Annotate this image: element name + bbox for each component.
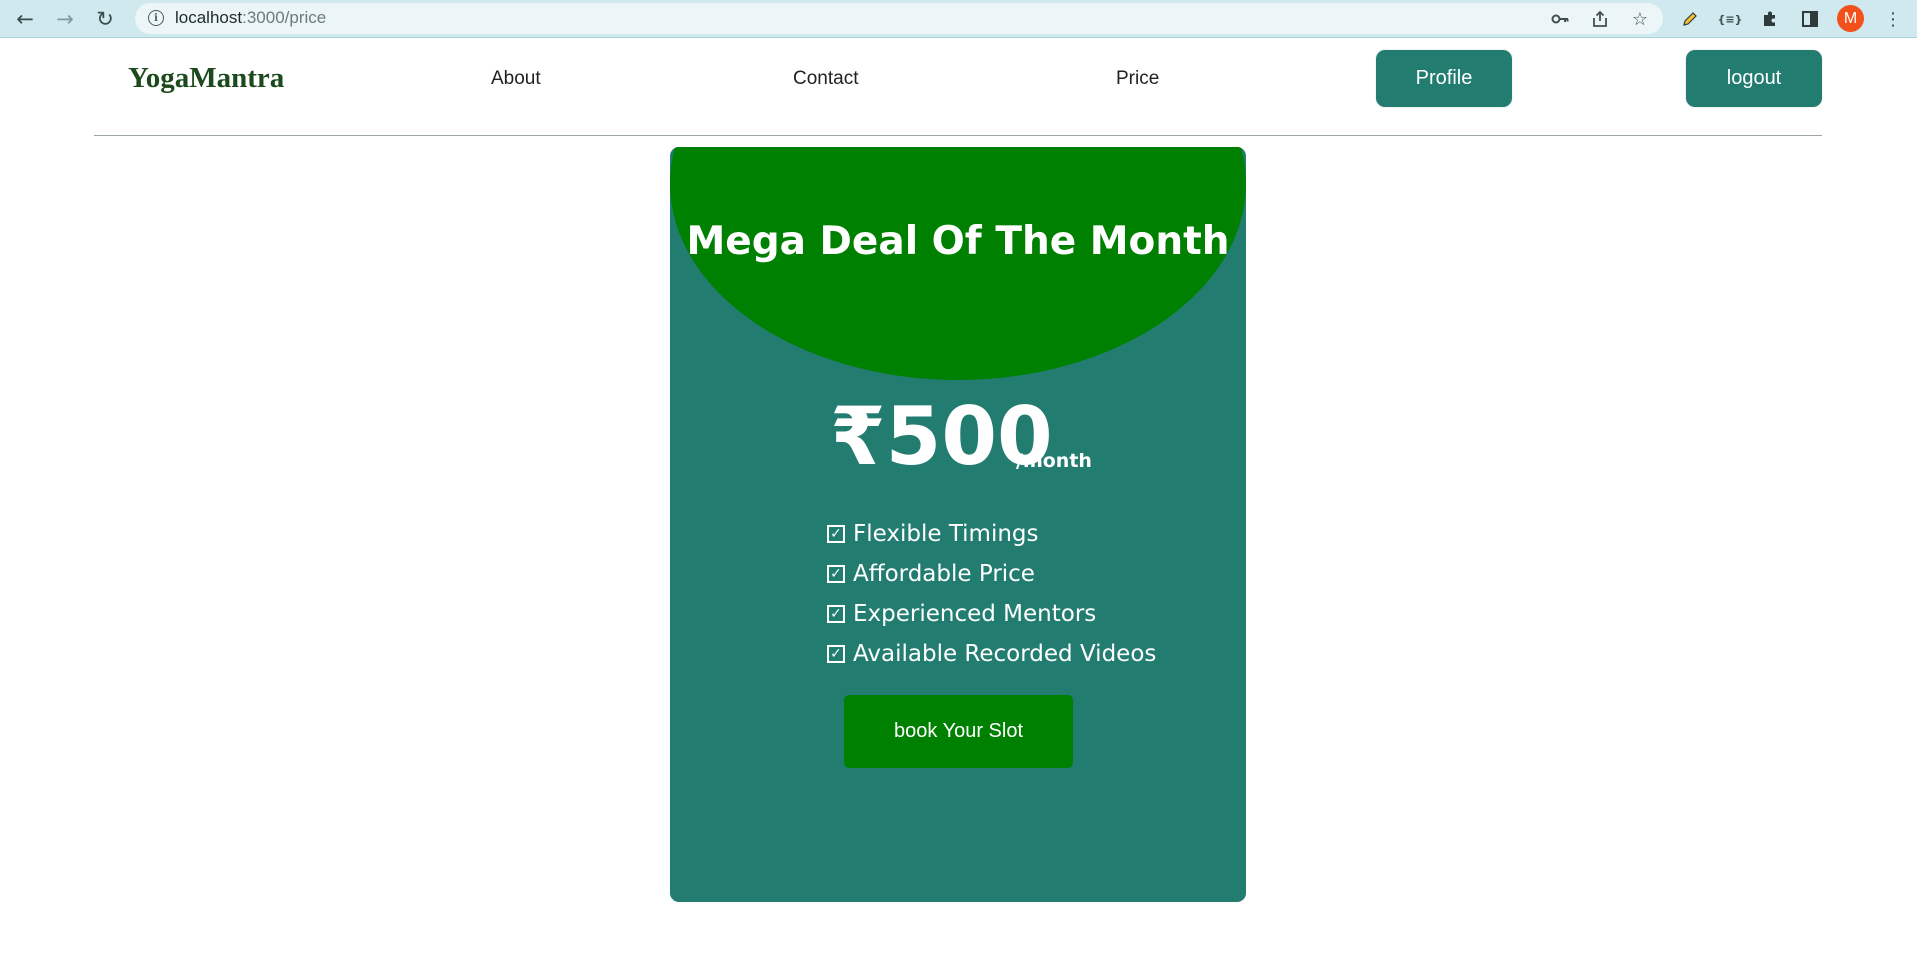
back-arrow-icon[interactable]: ←: [10, 4, 40, 34]
nav-link-about[interactable]: About: [491, 68, 541, 90]
feature-label: Experienced Mentors: [853, 601, 1097, 627]
card-title: Mega Deal Of The Month: [686, 219, 1230, 264]
pricing-card: Mega Deal Of The Month ₹500 /month ✓ Fle…: [670, 147, 1246, 902]
feature-item: ✓ Experienced Mentors: [827, 594, 1156, 634]
share-icon[interactable]: [1585, 4, 1615, 34]
feature-label: Affordable Price: [853, 561, 1035, 587]
book-slot-button[interactable]: book Your Slot: [844, 695, 1073, 768]
address-bar[interactable]: i localhost:3000/price: [135, 3, 1663, 34]
checkbox-checked-icon: ✓: [827, 645, 845, 663]
nav-link-price[interactable]: Price: [1116, 68, 1159, 90]
site-logo[interactable]: YogaMantra: [128, 62, 284, 95]
site-info-icon[interactable]: i: [148, 10, 164, 26]
bookmark-star-icon[interactable]: ☆: [1625, 4, 1655, 34]
feature-item: ✓ Available Recorded Videos: [827, 634, 1156, 674]
forward-arrow-icon[interactable]: →: [50, 4, 80, 34]
nav-link-contact[interactable]: Contact: [793, 68, 858, 90]
logout-button[interactable]: logout: [1686, 50, 1822, 107]
profile-button[interactable]: Profile: [1376, 50, 1512, 107]
menu-kebab-icon[interactable]: ⋮: [1878, 4, 1908, 34]
feature-list: ✓ Flexible Timings ✓ Affordable Price ✓ …: [827, 514, 1156, 674]
pencil-extension-icon[interactable]: [1675, 4, 1705, 34]
feature-item: ✓ Flexible Timings: [827, 514, 1156, 554]
extensions-puzzle-icon[interactable]: [1755, 4, 1785, 34]
header-divider: [94, 135, 1822, 136]
key-icon[interactable]: [1545, 4, 1575, 34]
feature-label: Available Recorded Videos: [853, 641, 1157, 667]
checkbox-checked-icon: ✓: [827, 525, 845, 543]
feature-item: ✓ Affordable Price: [827, 554, 1156, 594]
checkbox-checked-icon: ✓: [827, 565, 845, 583]
json-extension-icon[interactable]: {≡}: [1715, 4, 1745, 34]
price-period: /month: [1016, 450, 1092, 472]
feature-label: Flexible Timings: [853, 521, 1039, 547]
url-text: localhost:3000/price: [175, 8, 326, 28]
reload-icon[interactable]: ↻: [90, 4, 120, 34]
checkbox-checked-icon: ✓: [827, 605, 845, 623]
url-host: localhost: [175, 8, 243, 27]
browser-toolbar: ← → ↻ i localhost:3000/price ☆ {≡} M ⋮: [0, 0, 1917, 38]
url-path: :3000/price: [242, 8, 327, 27]
side-panel-icon[interactable]: [1795, 4, 1825, 34]
profile-avatar[interactable]: M: [1837, 5, 1864, 32]
